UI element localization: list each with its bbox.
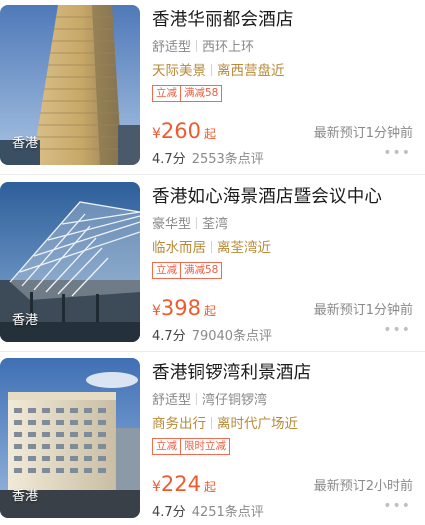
hotel-photo[interactable]: 香港: [0, 5, 140, 165]
promo-tag: 满减58: [181, 85, 223, 102]
rating-row: 4.7分 4251条点评: [152, 501, 264, 520]
photo-city-label: 香港: [12, 136, 39, 151]
photo-city-label: 香港: [12, 313, 39, 328]
divider: [196, 40, 198, 52]
price-value: 398: [160, 296, 202, 320]
hotel-feature: 离时代广场近: [217, 416, 298, 432]
divider: [196, 217, 198, 229]
hotel-info: 香港华丽都会酒店 舒适型 西环上环 天际美景 离西营盘近 立减 满减58 ¥260 起 …: [152, 6, 417, 167]
recent-booking-text: 最新预订1分钟前: [313, 303, 413, 318]
currency-symbol: ¥: [152, 303, 161, 319]
price-value: 260: [160, 119, 202, 143]
promo-tag: 立减: [152, 262, 181, 279]
hotel-features-row: 商务出行 离时代广场近: [152, 412, 298, 432]
currency-symbol: ¥: [152, 126, 161, 142]
rating-score: 4.7分: [152, 329, 186, 344]
divider: [196, 393, 198, 405]
card-divider: [0, 174, 425, 175]
hotel-name[interactable]: 香港铜锣湾利景酒店: [152, 359, 417, 384]
hotel-type-row: 舒适型 湾仔铜锣湾: [152, 389, 267, 408]
hotel-type: 豪华型: [152, 217, 192, 232]
rating-row: 4.7分 79040条点评: [152, 325, 272, 344]
hotel-features-row: 临水而居 离荃湾近: [152, 236, 271, 256]
hotel-location: 荃湾: [202, 217, 229, 232]
hotel-location: 西环上环: [202, 40, 255, 55]
promo-tags: 立减 满减58: [152, 85, 223, 102]
promo-tags: 立减 满减58: [152, 262, 223, 279]
hotel-feature: 离荃湾近: [217, 240, 271, 256]
review-count: 79040条点评: [191, 329, 273, 344]
ellipsis-icon[interactable]: •••: [383, 323, 411, 337]
hotel-card[interactable]: 香港 香港华丽都会酒店 舒适型 西环上环 天际美景 离西营盘近 立减 满减58 ¥26…: [0, 0, 425, 175]
hotel-type: 舒适型: [152, 393, 192, 408]
promo-tag: 限时立减: [181, 438, 230, 455]
rating-score: 4.7分: [152, 152, 186, 167]
hotel-photo[interactable]: 香港: [0, 358, 140, 518]
ellipsis-icon[interactable]: •••: [383, 146, 411, 160]
review-count: 4251条点评: [191, 505, 264, 520]
hotel-name[interactable]: 香港华丽都会酒店: [152, 6, 417, 31]
hotel-list: 香港 香港华丽都会酒店 舒适型 西环上环 天际美景 离西营盘近 立减 满减58 ¥26…: [0, 0, 425, 525]
hotel-card[interactable]: 香港 香港如心海景酒店暨会议中心 豪华型 荃湾 临水而居 离荃湾近 立减 满减58 ¥…: [0, 177, 425, 352]
hotel-feature: 天际美景: [152, 63, 206, 79]
hotel-price: ¥260 起: [152, 119, 216, 143]
promo-tag: 立减: [152, 85, 181, 102]
divider: [211, 241, 212, 253]
hotel-info: 香港铜锣湾利景酒店 舒适型 湾仔铜锣湾 商务出行 离时代广场近 立减 限时立减 ¥22…: [152, 359, 417, 520]
review-count: 2553条点评: [191, 152, 264, 167]
hotel-feature: 临水而居: [152, 240, 206, 256]
hotel-card[interactable]: 香港 香港铜锣湾利景酒店 舒适型 湾仔铜锣湾 商务出行 离时代广场近 立减 限时立减 …: [0, 353, 425, 525]
recent-booking-text: 最新预订2小时前: [313, 479, 413, 494]
hotel-type: 舒适型: [152, 40, 192, 55]
hotel-price: ¥224 起: [152, 472, 216, 496]
hotel-type-row: 舒适型 西环上环: [152, 36, 254, 55]
promo-tags: 立减 限时立减: [152, 438, 230, 455]
hotel-photo[interactable]: 香港: [0, 182, 140, 342]
rating-row: 4.7分 2553条点评: [152, 148, 264, 167]
hotel-name[interactable]: 香港如心海景酒店暨会议中心: [152, 183, 417, 208]
hotel-feature: 商务出行: [152, 416, 206, 432]
divider: [211, 64, 212, 76]
recent-booking-text: 最新预订1分钟前: [313, 126, 413, 141]
divider: [211, 417, 212, 429]
hotel-location: 湾仔铜锣湾: [202, 393, 268, 408]
hotel-info: 香港如心海景酒店暨会议中心 豪华型 荃湾 临水而居 离荃湾近 立减 满减58 ¥398…: [152, 183, 417, 344]
promo-tag: 立减: [152, 438, 181, 455]
ellipsis-icon[interactable]: •••: [383, 499, 411, 513]
hotel-price: ¥398 起: [152, 296, 216, 320]
hotel-features-row: 天际美景 离西营盘近: [152, 59, 285, 79]
price-suffix: 起: [204, 127, 217, 141]
promo-tag: 满减58: [181, 262, 223, 279]
price-suffix: 起: [204, 304, 217, 318]
currency-symbol: ¥: [152, 479, 161, 495]
rating-score: 4.7分: [152, 505, 186, 520]
card-divider: [0, 351, 425, 352]
hotel-type-row: 豪华型 荃湾: [152, 213, 228, 232]
price-value: 224: [160, 472, 202, 496]
photo-city-label: 香港: [12, 489, 39, 504]
hotel-feature: 离西营盘近: [217, 63, 285, 79]
price-suffix: 起: [204, 480, 217, 494]
